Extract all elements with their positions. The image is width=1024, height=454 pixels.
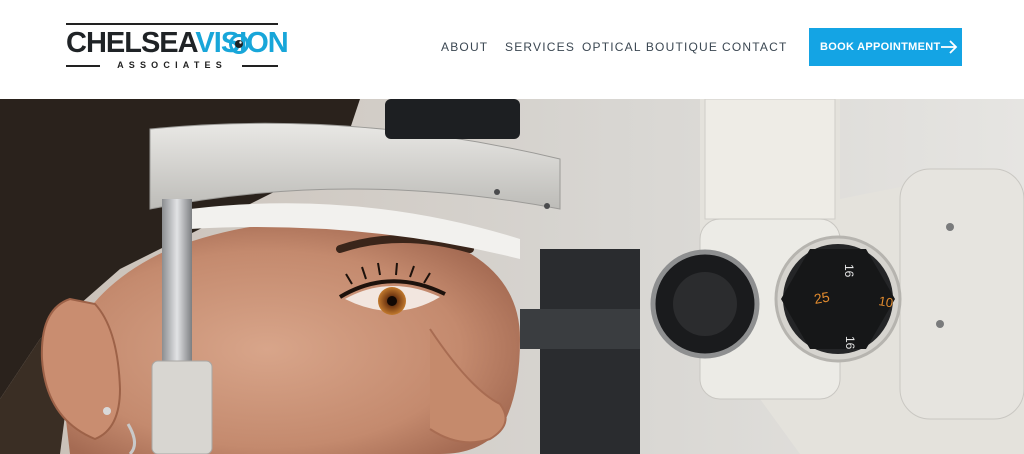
logo[interactable]: CHELSEAVISION ASSOCIATES bbox=[66, 23, 289, 73]
logo-rule bbox=[66, 65, 100, 67]
nav-about[interactable]: ABOUT bbox=[441, 38, 488, 56]
arrow-right-icon bbox=[941, 40, 958, 54]
svg-text:25: 25 bbox=[813, 288, 831, 306]
site-header: CHELSEAVISION ASSOCIATES ABOUT SERVICES … bbox=[0, 0, 1024, 99]
nav-optical-boutique[interactable]: OPTICAL BOUTIQUE bbox=[582, 38, 718, 56]
eye-exam-photo: 16 25 10 16 bbox=[0, 99, 1024, 454]
nav-contact[interactable]: CONTACT bbox=[722, 38, 788, 56]
hero-image: 16 25 10 16 bbox=[0, 99, 1024, 454]
svg-text:10: 10 bbox=[877, 293, 894, 310]
book-appointment-button[interactable]: BOOK APPOINTMENT bbox=[809, 28, 962, 66]
logo-subtitle: ASSOCIATES bbox=[66, 60, 278, 70]
svg-text:16: 16 bbox=[843, 336, 857, 350]
book-appointment-label: BOOK APPOINTMENT bbox=[820, 41, 941, 53]
logo-rule bbox=[242, 65, 278, 67]
logo-wordmark: CHELSEAVISION bbox=[66, 27, 289, 59]
logo-rule bbox=[66, 23, 278, 25]
eye-icon bbox=[229, 34, 249, 54]
logo-name-part1: CHELSEA bbox=[66, 27, 196, 59]
logo-subtitle-text: ASSOCIATES bbox=[117, 60, 227, 70]
svg-text:16: 16 bbox=[842, 264, 856, 278]
nav-services[interactable]: SERVICES bbox=[505, 38, 575, 56]
